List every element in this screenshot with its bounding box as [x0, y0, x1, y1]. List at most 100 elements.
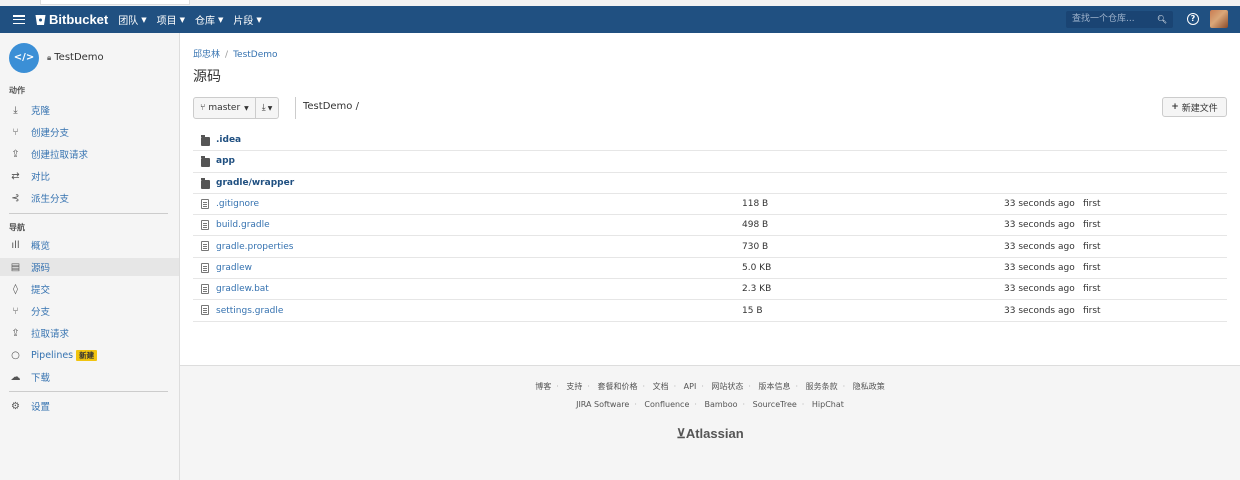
file-name-link[interactable]: settings.gradle — [216, 306, 283, 316]
file-commit-message[interactable]: first — [1083, 263, 1101, 273]
nav-menu-projects[interactable]: 项目 ▼ — [157, 12, 185, 28]
sidebar-item-label: 创建分支 — [31, 128, 70, 139]
file-name-link[interactable]: build.gradle — [216, 220, 270, 230]
branch-name: master — [208, 103, 241, 113]
footer-link[interactable]: 文档 — [653, 382, 669, 391]
footer-link[interactable]: 博客 — [535, 382, 551, 391]
search-icon[interactable]: 🔍︎ — [1157, 11, 1167, 28]
file-icon — [201, 220, 209, 231]
file-name-link[interactable]: gradlew.bat — [216, 284, 269, 294]
sidebar-item-fork[interactable]: ⊰ 派生分支 — [0, 189, 179, 207]
sidebar-item-label: 派生分支 — [31, 194, 70, 205]
file-commit-message[interactable]: first — [1083, 199, 1101, 209]
sidebar-item-overview[interactable]: ıll 概览 — [0, 236, 179, 254]
folder-icon — [201, 156, 210, 168]
footer-link[interactable]: 隐私政策 — [853, 382, 885, 391]
footer-link[interactable]: SourceTree — [753, 400, 797, 409]
sidebar-item-pipelines[interactable]: ○ Pipelines 新建 — [0, 346, 179, 364]
sidebar-item-downloads[interactable]: ☁ 下载 — [0, 368, 179, 386]
repo-avatar[interactable]: </> — [9, 43, 39, 73]
footer-link[interactable]: 服务条款 — [806, 382, 838, 391]
sidebar-divider — [9, 213, 168, 214]
file-commit-message[interactable]: first — [1083, 220, 1101, 230]
help-icon[interactable]: ? — [1187, 13, 1199, 25]
branch-icon: ⑂ — [12, 305, 19, 317]
file-size: 498 B — [742, 220, 769, 231]
nav-menu-label: 仓库 — [195, 16, 216, 27]
file-size: 730 B — [742, 241, 769, 252]
commit-icon: ◊ — [13, 283, 18, 295]
branch-selector[interactable]: ⑂ master ▼ — [194, 98, 255, 118]
repo-name-label: TestDemo — [54, 52, 104, 63]
caret-down-icon: ▼ — [256, 15, 262, 24]
file-modified-time: 33 seconds ago — [1004, 262, 1075, 273]
file-name-link[interactable]: app — [216, 156, 235, 166]
table-row[interactable]: .idea — [193, 130, 1227, 152]
brand-logo[interactable]: Bitbucket — [35, 12, 108, 27]
footer-link[interactable]: Confluence — [644, 400, 689, 409]
caret-down-icon: ▼ — [141, 15, 147, 24]
file-name-link[interactable]: gradle.properties — [216, 242, 293, 252]
file-name-link[interactable]: .idea — [216, 135, 241, 145]
table-row[interactable]: gradlew.bat 2.3 KB 33 seconds ago first — [193, 279, 1227, 301]
fork-icon: ⊰ — [11, 192, 20, 204]
footer-link[interactable]: 支持 — [566, 382, 582, 391]
browser-tab[interactable] — [40, 0, 190, 5]
atlassian-logo[interactable]: ⊻Atlassian — [180, 426, 1240, 442]
bitbucket-icon — [35, 14, 46, 25]
sidebar-item-commits[interactable]: ◊ 提交 — [0, 280, 179, 298]
file-name-link[interactable]: gradle/wrapper — [216, 178, 294, 188]
file-name-link[interactable]: .gitignore — [216, 199, 259, 209]
sidebar-item-label: 概览 — [31, 241, 51, 252]
footer-links-products: JIRA Software · Confluence · Bamboo · Sourc… — [576, 400, 844, 409]
cloud-download-icon: ☁ — [10, 371, 21, 383]
nav-menu-snippets[interactable]: 片段 ▼ — [233, 12, 262, 28]
table-row[interactable]: gradle.properties 730 B 33 seconds ago firs… — [193, 236, 1227, 258]
file-icon — [201, 305, 209, 316]
user-avatar[interactable] — [1210, 10, 1228, 28]
table-row[interactable]: gradlew 5.0 KB 33 seconds ago first — [193, 258, 1227, 280]
footer-link[interactable]: JIRA Software — [576, 400, 629, 409]
sidebar-item-branches[interactable]: ⑂ 分支 — [0, 302, 179, 320]
table-row[interactable]: build.gradle 498 B 33 seconds ago first — [193, 215, 1227, 237]
footer-link[interactable]: 套餐和价格 — [597, 382, 637, 391]
new-file-button[interactable]: + 新建文件 — [1162, 97, 1227, 117]
footer-link[interactable]: API — [684, 382, 697, 391]
atlassian-icon: ⊻ — [676, 426, 686, 441]
table-row[interactable]: gradle/wrapper — [193, 173, 1227, 194]
footer-link[interactable]: HipChat — [812, 400, 844, 409]
footer-link[interactable]: Bamboo — [704, 400, 737, 409]
footer-link[interactable]: 网站状态 — [711, 382, 743, 391]
sidebar-item-compare[interactable]: ⇄ 对比 — [0, 167, 179, 185]
table-row[interactable]: .gitignore 118 B 33 seconds ago first — [193, 194, 1227, 216]
sidebar-item-create-branch[interactable]: ⑂ 创建分支 — [0, 123, 179, 141]
table-row[interactable]: app — [193, 151, 1227, 173]
file-commit-message[interactable]: first — [1083, 306, 1101, 316]
sidebar-item-pull-requests[interactable]: ⇪ 拉取请求 — [0, 324, 179, 342]
sidebar-item-source[interactable]: ▤ 源码 — [0, 258, 179, 276]
sidebar-item-label: 拉取请求 — [31, 329, 70, 340]
file-name-link[interactable]: gradlew — [216, 263, 252, 273]
file-commit-message[interactable]: first — [1083, 284, 1101, 294]
lock-icon: 🔒︎ — [47, 52, 52, 62]
nav-menu-repositories[interactable]: 仓库 ▼ — [195, 12, 223, 28]
nav-menu-teams[interactable]: 团队 ▼ — [118, 12, 147, 28]
breadcrumb-owner-link[interactable]: 邱忠林 — [193, 50, 220, 60]
repo-name[interactable]: 🔒︎ TestDemo — [47, 52, 104, 63]
table-row[interactable]: settings.gradle 15 B 33 seconds ago first — [193, 300, 1227, 322]
file-commit-message[interactable]: first — [1083, 242, 1101, 252]
sidebar-item-settings[interactable]: ⚙ 设置 — [0, 397, 179, 415]
sidebar-item-clone[interactable]: ⤓ 克隆 — [0, 101, 179, 119]
menu-icon[interactable] — [13, 15, 25, 24]
sidebar-item-label: 创建拉取请求 — [31, 150, 89, 161]
file-modified-time: 33 seconds ago — [1004, 220, 1075, 231]
sidebar-item-label: 克隆 — [31, 106, 51, 117]
footer: 博客 · 支持 · 套餐和价格 · 文档 · API · 网站状态 · 版本信息 · 服务条款… — [180, 365, 1240, 480]
plus-icon: + — [1171, 102, 1179, 112]
sidebar-item-create-pull-request[interactable]: ⇪ 创建拉取请求 — [0, 145, 179, 163]
sidebar-item-label: Pipelines — [31, 349, 74, 361]
download-button[interactable]: ⤓ ▼ — [254, 98, 279, 118]
breadcrumb-repo-link[interactable]: TestDemo — [233, 50, 277, 60]
footer-link[interactable]: 版本信息 — [759, 382, 791, 391]
search-input[interactable]: 查找一个仓库... 🔍︎ — [1066, 11, 1173, 28]
